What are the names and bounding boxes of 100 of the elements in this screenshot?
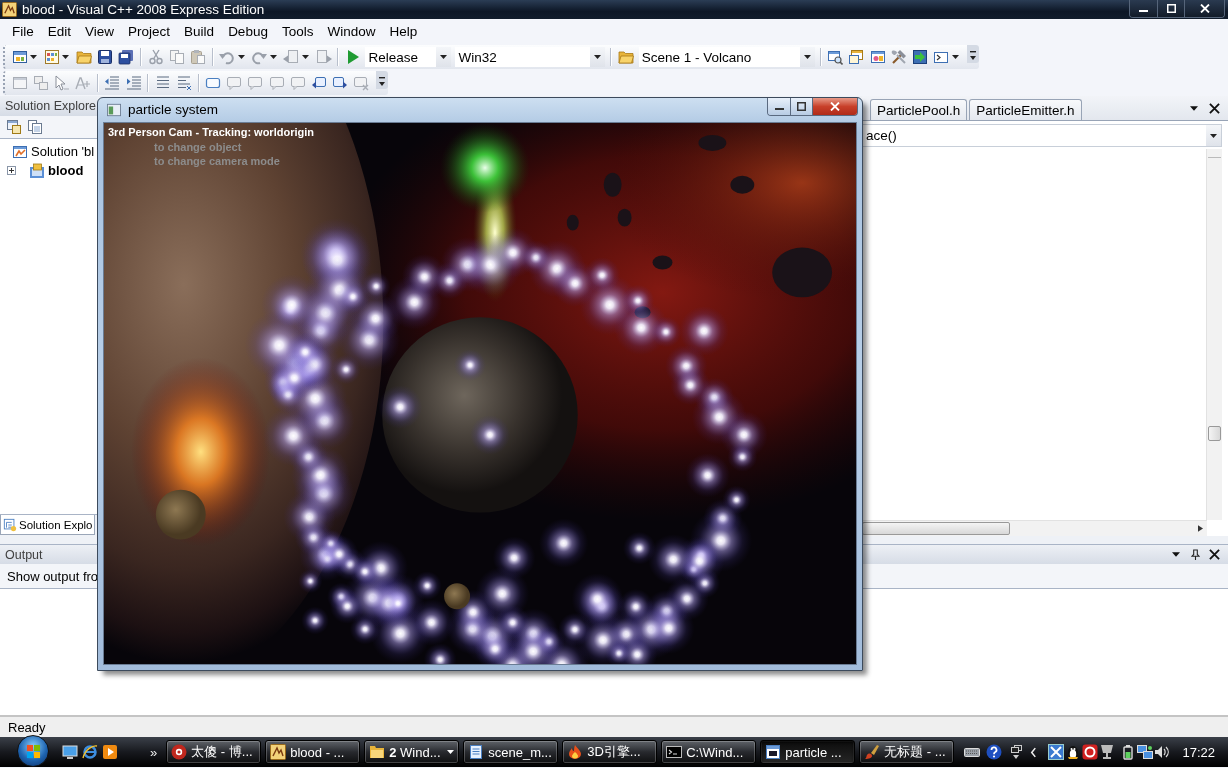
start-button[interactable] [17, 735, 49, 767]
document-tab[interactable]: ParticleEmitter.h [969, 99, 1082, 120]
caret-icon[interactable] [30, 55, 38, 59]
indent-icon[interactable] [125, 75, 142, 91]
taskbar-button[interactable]: scene_m... [463, 740, 559, 764]
terminal-window-icon[interactable] [933, 49, 950, 65]
browser-icon[interactable] [82, 744, 98, 760]
close-icon[interactable] [1209, 549, 1220, 560]
scrollbar-thumb[interactable] [862, 522, 1010, 535]
cursor-icon[interactable] [53, 75, 70, 91]
card-window-icon[interactable] [848, 49, 865, 65]
folder-icon[interactable] [618, 49, 635, 65]
window-stack-icon[interactable] [1008, 744, 1025, 760]
window-search-icon[interactable] [827, 49, 844, 65]
maximize-button[interactable] [790, 98, 812, 115]
save-all-icon[interactable] [118, 49, 135, 65]
cup-icon[interactable] [1099, 744, 1116, 760]
panel-tab[interactable]: Solution Explo [0, 515, 95, 535]
menu-item[interactable]: Window [320, 22, 383, 41]
menu-item[interactable]: Edit [40, 22, 79, 41]
quick-launch-overflow[interactable]: » [150, 744, 158, 760]
find-dropdown[interactable]: Scene 1 - Volcano [638, 47, 815, 67]
configuration-dropdown[interactable]: Release [365, 47, 452, 67]
taskbar-button[interactable]: blood - ... [265, 740, 361, 764]
vertical-scrollbar[interactable] [1206, 149, 1222, 520]
open-folder-icon[interactable] [75, 49, 92, 65]
app-icon [270, 744, 287, 760]
maximize-button[interactable] [1157, 0, 1184, 17]
taskbar-button[interactable]: 3D引擎... [562, 740, 658, 764]
network-icon[interactable] [1137, 744, 1154, 760]
minimize-button[interactable] [1130, 0, 1157, 17]
caret-icon [594, 55, 602, 59]
x-tile-icon[interactable] [1048, 744, 1065, 760]
ring-tile-icon[interactable] [1082, 744, 1099, 760]
play-tile-icon[interactable] [102, 744, 118, 760]
tiles-icon[interactable] [32, 75, 49, 91]
horizontal-scrollbar[interactable] [862, 520, 1207, 536]
clock[interactable]: 17:22 [1182, 744, 1215, 760]
taskbar-button[interactable]: 无标题 - ... [859, 740, 955, 764]
taskbar-button[interactable]: 太傻 - 博... [166, 740, 262, 764]
comment-lines-icon[interactable] [154, 75, 171, 91]
chevron-left-icon[interactable] [1030, 746, 1038, 758]
caret-icon [447, 750, 455, 754]
close-icon[interactable] [1209, 102, 1220, 114]
tree-item[interactable]: blood [48, 163, 84, 178]
menu-item[interactable]: Project [121, 22, 178, 41]
bubble-back-icon[interactable] [311, 75, 328, 91]
right-arrow-icon[interactable] [1198, 525, 1203, 532]
volume-icon[interactable] [1154, 744, 1171, 760]
close-button[interactable] [812, 98, 857, 115]
member-dropdown[interactable]: ace() [862, 124, 1222, 147]
toolbar-overflow-icon[interactable] [376, 71, 388, 89]
hammer-wrench-icon[interactable] [890, 49, 907, 65]
menu-item[interactable]: File [5, 22, 41, 41]
caret-icon [803, 55, 811, 59]
shapes-window-icon[interactable] [869, 49, 886, 65]
documents-icon[interactable] [26, 119, 43, 135]
menu-item[interactable]: Help [382, 22, 425, 41]
hint-text: to change object [154, 139, 242, 154]
taskbar-button[interactable]: C:\Wind... [661, 740, 757, 764]
caret-icon[interactable] [1172, 552, 1180, 557]
menu-item[interactable]: Tools [274, 22, 321, 41]
rectangle-icon[interactable] [205, 75, 222, 91]
menu-item[interactable]: Debug [221, 22, 275, 41]
save-icon[interactable] [97, 49, 114, 65]
pin-icon[interactable] [1191, 549, 1200, 560]
platform-dropdown[interactable]: Win32 [455, 47, 606, 67]
outdent-icon[interactable] [104, 75, 121, 91]
close-button[interactable] [1184, 0, 1224, 17]
bubble-forward-icon[interactable] [332, 75, 349, 91]
taskbar-button[interactable]: 2 Wind... [364, 740, 460, 764]
add-item-icon[interactable] [43, 49, 60, 65]
taskbar-button[interactable]: particle ... [760, 740, 856, 764]
code-editor[interactable]: ace() [862, 120, 1228, 536]
tree-item[interactable]: Solution 'bl [31, 144, 95, 159]
help-icon[interactable] [986, 744, 1003, 760]
minimize-button[interactable] [768, 98, 790, 115]
caret-icon[interactable] [237, 55, 245, 59]
document-tab[interactable]: ParticlePool.h [870, 99, 968, 120]
expand-icon[interactable] [7, 166, 16, 175]
uncomment-lines-icon[interactable] [175, 75, 192, 91]
caret-icon[interactable] [269, 55, 277, 59]
scrollbar-thumb[interactable] [1208, 426, 1221, 441]
caret-icon[interactable] [302, 55, 310, 59]
caret-icon[interactable] [62, 55, 70, 59]
caret-icon[interactable] [1190, 105, 1198, 111]
menu-item[interactable]: Build [177, 22, 222, 41]
flag-icon [25, 743, 41, 759]
card-window-icon[interactable] [5, 119, 22, 135]
brush-icon [864, 744, 881, 760]
arrow-box-icon[interactable] [911, 49, 928, 65]
flame-icon [567, 744, 584, 760]
caret-icon[interactable] [951, 55, 959, 59]
project-icon [29, 162, 45, 179]
toolbar-overflow-icon[interactable] [966, 45, 979, 63]
new-project-icon[interactable] [11, 49, 28, 65]
show-desktop-icon[interactable] [62, 744, 78, 760]
menu-item[interactable]: View [78, 22, 122, 41]
maximize-icon [1166, 4, 1176, 13]
close-icon [830, 102, 840, 111]
